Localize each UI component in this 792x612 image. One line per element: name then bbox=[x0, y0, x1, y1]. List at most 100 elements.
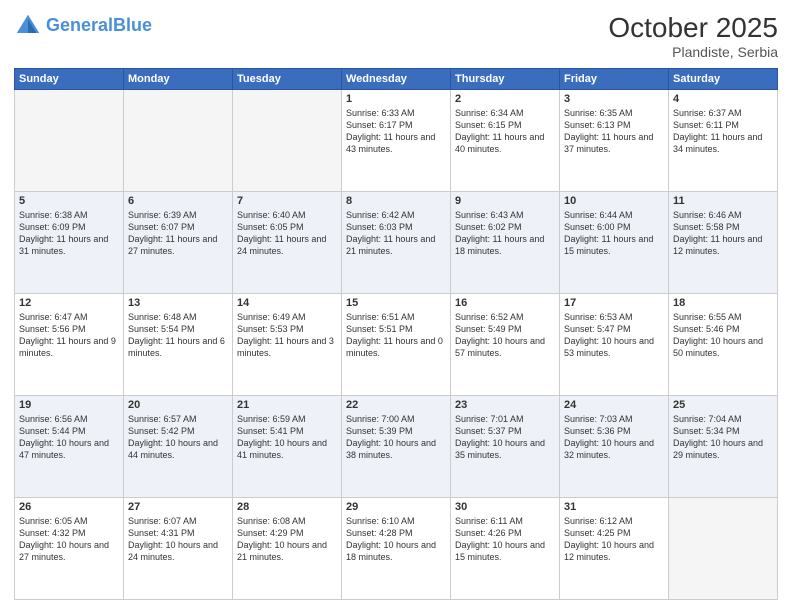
title-block: October 2025 Plandiste, Serbia bbox=[608, 12, 778, 60]
day-info: Sunrise: 6:49 AM Sunset: 5:53 PM Dayligh… bbox=[237, 311, 337, 360]
calendar-row-1: 1Sunrise: 6:33 AM Sunset: 6:17 PM Daylig… bbox=[15, 90, 778, 192]
day-number: 5 bbox=[19, 195, 119, 207]
logo-blue: Blue bbox=[113, 15, 152, 35]
day-number: 24 bbox=[564, 399, 664, 411]
day-info: Sunrise: 6:12 AM Sunset: 4:25 PM Dayligh… bbox=[564, 515, 664, 564]
calendar-row-5: 26 Sunrise: 6:05 AM Sunset: 4:32 PM Dayli… bbox=[15, 498, 778, 600]
day-number: 23 bbox=[455, 399, 555, 411]
day-info: Sunrise: 6:56 AM Sunset: 5:44 PM Dayligh… bbox=[19, 413, 119, 462]
day-info: Sunrise: 6:35 AM Sunset: 6:13 PM Dayligh… bbox=[564, 107, 664, 156]
day-info: Sunrise: 6:37 AM Sunset: 6:11 PM Dayligh… bbox=[673, 107, 773, 156]
table-row: 13 Sunrise: 6:48 AM Sunset: 5:54 PM Dayli… bbox=[124, 294, 233, 396]
day-info: Sunrise: 6:51 AM Sunset: 5:51 PM Dayligh… bbox=[346, 311, 446, 360]
day-number: 12 bbox=[19, 297, 119, 309]
table-row: 15 Sunrise: 6:51 AM Sunset: 5:51 PM Dayli… bbox=[342, 294, 451, 396]
day-info: Sunrise: 6:46 AM Sunset: 5:58 PM Dayligh… bbox=[673, 209, 773, 258]
day-info: Sunrise: 6:34 AM Sunset: 6:15 PM Dayligh… bbox=[455, 107, 555, 156]
header-friday: Friday bbox=[560, 69, 669, 90]
day-info: Sunrise: 7:04 AM Sunset: 5:34 PM Dayligh… bbox=[673, 413, 773, 462]
table-row: 5 Sunrise: 6:38 AM Sunset: 6:09 PM Daylig… bbox=[15, 192, 124, 294]
table-row: 3Sunrise: 6:35 AM Sunset: 6:13 PM Daylig… bbox=[560, 90, 669, 192]
day-info: Sunrise: 6:44 AM Sunset: 6:00 PM Dayligh… bbox=[564, 209, 664, 258]
table-row: 25Sunrise: 7:04 AM Sunset: 5:34 PM Dayli… bbox=[669, 396, 778, 498]
table-row: 2 Sunrise: 6:34 AM Sunset: 6:15 PM Daylig… bbox=[451, 90, 560, 192]
day-number: 2 bbox=[455, 93, 555, 105]
day-info: Sunrise: 6:38 AM Sunset: 6:09 PM Dayligh… bbox=[19, 209, 119, 258]
day-info: Sunrise: 7:01 AM Sunset: 5:37 PM Dayligh… bbox=[455, 413, 555, 462]
table-row bbox=[124, 90, 233, 192]
table-row: 27Sunrise: 6:07 AM Sunset: 4:31 PM Dayli… bbox=[124, 498, 233, 600]
day-number: 6 bbox=[128, 195, 228, 207]
table-row: 18 Sunrise: 6:55 AM Sunset: 5:46 PM Dayli… bbox=[669, 294, 778, 396]
day-number: 13 bbox=[128, 297, 228, 309]
calendar: Sunday Monday Tuesday Wednesday Thursday… bbox=[14, 68, 778, 600]
month-title: October 2025 bbox=[608, 12, 778, 44]
day-info: Sunrise: 6:10 AM Sunset: 4:28 PM Dayligh… bbox=[346, 515, 446, 564]
table-row: 9Sunrise: 6:43 AM Sunset: 6:02 PM Daylig… bbox=[451, 192, 560, 294]
day-info: Sunrise: 6:59 AM Sunset: 5:41 PM Dayligh… bbox=[237, 413, 337, 462]
table-row: 29Sunrise: 6:10 AM Sunset: 4:28 PM Dayli… bbox=[342, 498, 451, 600]
weekday-header-row: Sunday Monday Tuesday Wednesday Thursday… bbox=[15, 69, 778, 90]
day-number: 19 bbox=[19, 399, 119, 411]
day-info: Sunrise: 6:48 AM Sunset: 5:54 PM Dayligh… bbox=[128, 311, 228, 360]
location: Plandiste, Serbia bbox=[608, 44, 778, 60]
table-row: 30Sunrise: 6:11 AM Sunset: 4:26 PM Dayli… bbox=[451, 498, 560, 600]
day-number: 18 bbox=[673, 297, 773, 309]
day-number: 14 bbox=[237, 297, 337, 309]
table-row: 4 Sunrise: 6:37 AM Sunset: 6:11 PM Daylig… bbox=[669, 90, 778, 192]
table-row: 31 Sunrise: 6:12 AM Sunset: 4:25 PM Dayli… bbox=[560, 498, 669, 600]
day-number: 21 bbox=[237, 399, 337, 411]
header-monday: Monday bbox=[124, 69, 233, 90]
day-info: Sunrise: 6:08 AM Sunset: 4:29 PM Dayligh… bbox=[237, 515, 337, 564]
table-row: 6 Sunrise: 6:39 AM Sunset: 6:07 PM Daylig… bbox=[124, 192, 233, 294]
day-number: 15 bbox=[346, 297, 446, 309]
header-saturday: Saturday bbox=[669, 69, 778, 90]
day-info: Sunrise: 6:52 AM Sunset: 5:49 PM Dayligh… bbox=[455, 311, 555, 360]
day-number: 16 bbox=[455, 297, 555, 309]
logo: GeneralBlue bbox=[14, 12, 152, 40]
day-info: Sunrise: 6:07 AM Sunset: 4:31 PM Dayligh… bbox=[128, 515, 228, 564]
day-number: 31 bbox=[564, 501, 664, 513]
day-info: Sunrise: 6:43 AM Sunset: 6:02 PM Dayligh… bbox=[455, 209, 555, 258]
day-info: Sunrise: 6:11 AM Sunset: 4:26 PM Dayligh… bbox=[455, 515, 555, 564]
day-number: 4 bbox=[673, 93, 773, 105]
day-info: Sunrise: 6:05 AM Sunset: 4:32 PM Dayligh… bbox=[19, 515, 119, 564]
day-info: Sunrise: 6:55 AM Sunset: 5:46 PM Dayligh… bbox=[673, 311, 773, 360]
day-number: 7 bbox=[237, 195, 337, 207]
day-info: Sunrise: 6:40 AM Sunset: 6:05 PM Dayligh… bbox=[237, 209, 337, 258]
table-row bbox=[669, 498, 778, 600]
logo-text: GeneralBlue bbox=[46, 16, 152, 36]
table-row: 19 Sunrise: 6:56 AM Sunset: 5:44 PM Dayli… bbox=[15, 396, 124, 498]
header: GeneralBlue October 2025 Plandiste, Serb… bbox=[14, 12, 778, 60]
table-row: 14 Sunrise: 6:49 AM Sunset: 5:53 PM Dayli… bbox=[233, 294, 342, 396]
calendar-row-3: 12 Sunrise: 6:47 AM Sunset: 5:56 PM Dayli… bbox=[15, 294, 778, 396]
table-row: 28 Sunrise: 6:08 AM Sunset: 4:29 PM Dayli… bbox=[233, 498, 342, 600]
day-number: 26 bbox=[19, 501, 119, 513]
table-row: 24 Sunrise: 7:03 AM Sunset: 5:36 PM Dayli… bbox=[560, 396, 669, 498]
day-number: 11 bbox=[673, 195, 773, 207]
day-number: 17 bbox=[564, 297, 664, 309]
day-number: 28 bbox=[237, 501, 337, 513]
table-row bbox=[15, 90, 124, 192]
day-number: 10 bbox=[564, 195, 664, 207]
table-row bbox=[233, 90, 342, 192]
day-info: Sunrise: 6:39 AM Sunset: 6:07 PM Dayligh… bbox=[128, 209, 228, 258]
header-sunday: Sunday bbox=[15, 69, 124, 90]
day-number: 8 bbox=[346, 195, 446, 207]
header-thursday: Thursday bbox=[451, 69, 560, 90]
table-row: 1Sunrise: 6:33 AM Sunset: 6:17 PM Daylig… bbox=[342, 90, 451, 192]
day-info: Sunrise: 7:03 AM Sunset: 5:36 PM Dayligh… bbox=[564, 413, 664, 462]
table-row: 21 Sunrise: 6:59 AM Sunset: 5:41 PM Dayli… bbox=[233, 396, 342, 498]
day-info: Sunrise: 6:57 AM Sunset: 5:42 PM Dayligh… bbox=[128, 413, 228, 462]
table-row: 22Sunrise: 7:00 AM Sunset: 5:39 PM Dayli… bbox=[342, 396, 451, 498]
table-row: 16 Sunrise: 6:52 AM Sunset: 5:49 PM Dayli… bbox=[451, 294, 560, 396]
table-row: 20 Sunrise: 6:57 AM Sunset: 5:42 PM Dayli… bbox=[124, 396, 233, 498]
day-info: Sunrise: 7:00 AM Sunset: 5:39 PM Dayligh… bbox=[346, 413, 446, 462]
table-row: 7 Sunrise: 6:40 AM Sunset: 6:05 PM Daylig… bbox=[233, 192, 342, 294]
table-row: 23 Sunrise: 7:01 AM Sunset: 5:37 PM Dayli… bbox=[451, 396, 560, 498]
day-info: Sunrise: 6:53 AM Sunset: 5:47 PM Dayligh… bbox=[564, 311, 664, 360]
table-row: 11 Sunrise: 6:46 AM Sunset: 5:58 PM Dayli… bbox=[669, 192, 778, 294]
day-info: Sunrise: 6:47 AM Sunset: 5:56 PM Dayligh… bbox=[19, 311, 119, 360]
day-number: 20 bbox=[128, 399, 228, 411]
table-row: 10 Sunrise: 6:44 AM Sunset: 6:00 PM Dayli… bbox=[560, 192, 669, 294]
